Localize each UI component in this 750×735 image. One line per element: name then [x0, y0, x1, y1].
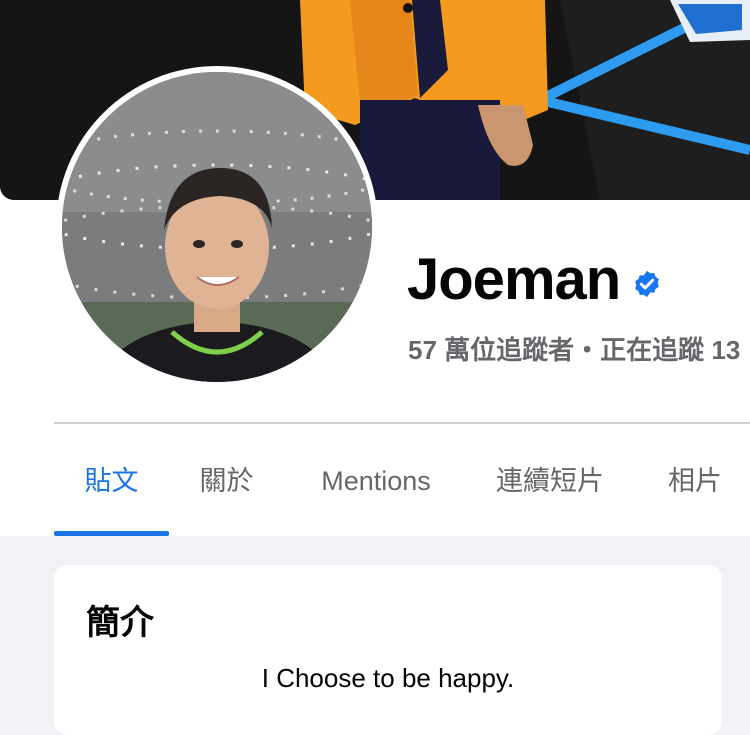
profile-avatar[interactable]: [56, 66, 378, 388]
tab-label: 相片: [668, 466, 722, 496]
tab-label: 連續短片: [496, 466, 604, 496]
profile-tabs: 貼文 關於 Mentions 連續短片 相片: [54, 440, 750, 536]
intro-card: 簡介 I Choose to be happy.: [54, 565, 722, 735]
active-tab-indicator: [54, 531, 169, 536]
profile-name-row: Joeman: [407, 246, 662, 313]
verified-badge-icon: [635, 270, 660, 297]
profile-photo: [62, 72, 372, 382]
tab-mentions[interactable]: Mentions: [302, 440, 450, 532]
follower-stats[interactable]: 57 萬位追蹤者・正在追蹤 13: [408, 330, 740, 367]
tab-label: Mentions: [321, 466, 431, 496]
intro-bio: I Choose to be happy.: [261, 663, 515, 693]
tab-label: 貼文: [84, 466, 139, 496]
intro-title: 簡介: [86, 604, 154, 642]
tab-photos[interactable]: 相片: [652, 440, 738, 532]
tab-posts[interactable]: 貼文: [54, 440, 169, 536]
header-divider: [54, 422, 750, 424]
profile-name: Joeman: [407, 247, 621, 312]
tab-reels[interactable]: 連續短片: [484, 440, 616, 532]
tab-about[interactable]: 關於: [184, 440, 269, 532]
tab-label: 關於: [199, 466, 254, 496]
